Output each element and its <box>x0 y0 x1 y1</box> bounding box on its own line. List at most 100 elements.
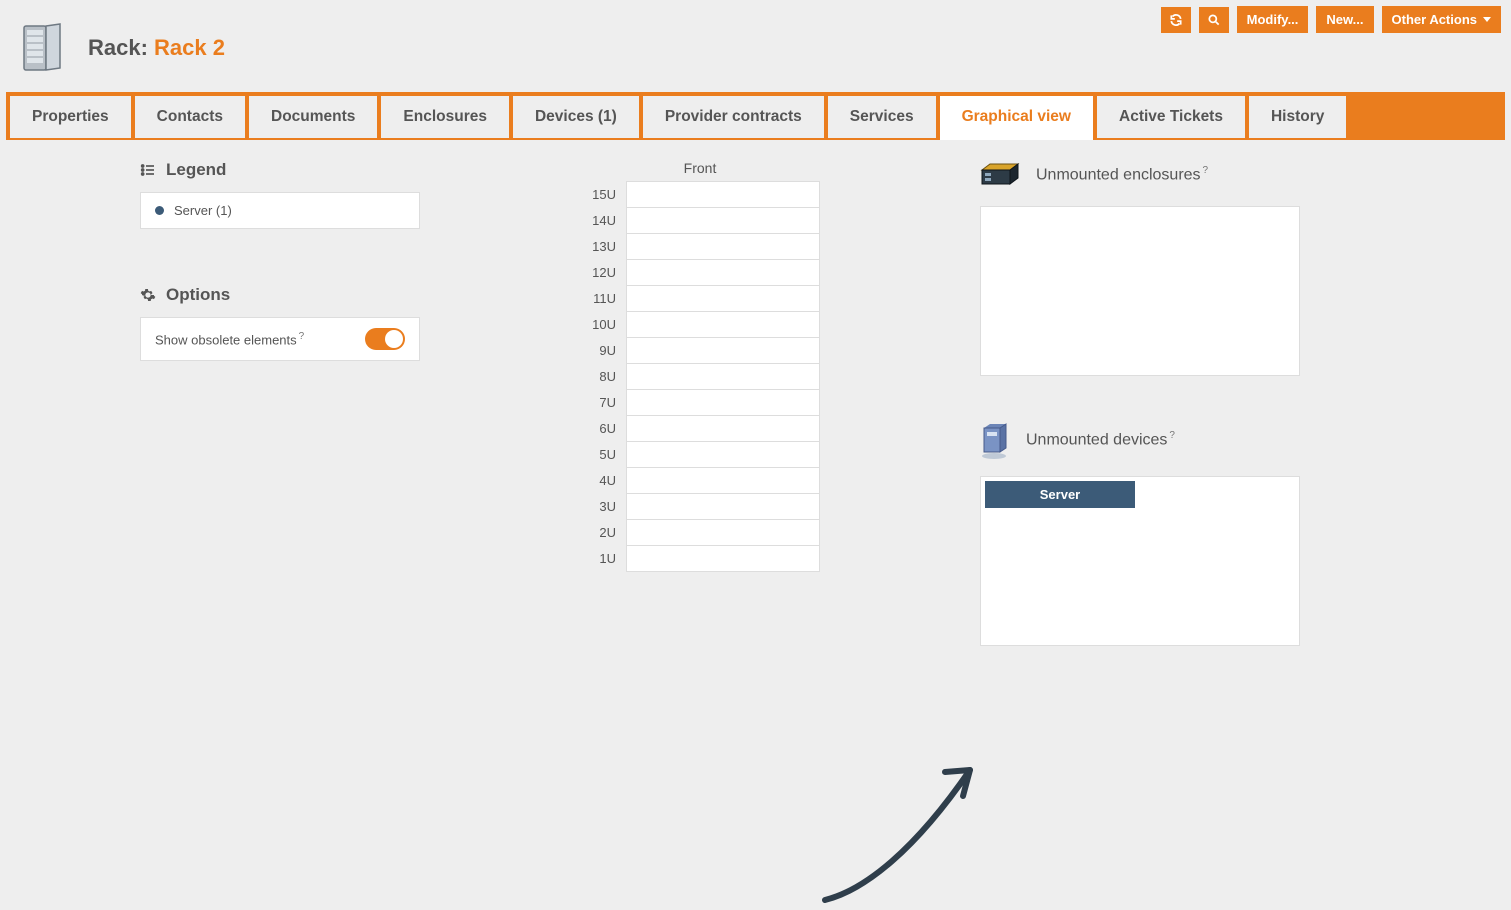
rack-unit-label: 14U <box>580 208 626 234</box>
tab-history[interactable]: History <box>1249 96 1346 138</box>
help-icon[interactable]: ? <box>1203 165 1209 176</box>
legend-item-label: Server (1) <box>174 203 232 218</box>
tab-tickets[interactable]: Active Tickets <box>1097 96 1245 138</box>
rack-unit-label: 8U <box>580 364 626 390</box>
rack-icon <box>20 22 68 74</box>
device-chip-server[interactable]: Server <box>985 481 1135 508</box>
server-device-icon <box>980 420 1010 460</box>
page-title-name: Rack 2 <box>154 35 225 60</box>
tab-devices[interactable]: Devices (1) <box>513 96 639 138</box>
page-title-label: Rack: <box>88 35 148 60</box>
tab-documents[interactable]: Documents <box>249 96 377 138</box>
tabs-bar: PropertiesContactsDocumentsEnclosuresDev… <box>6 92 1505 138</box>
rack-unit-row: 12U <box>580 260 820 286</box>
new-button-label: New... <box>1326 12 1363 27</box>
tab-services[interactable]: Services <box>828 96 936 138</box>
rack-unit-slot[interactable] <box>626 519 820 546</box>
rack-unit-slot[interactable] <box>626 337 820 364</box>
rack-unit-label: 9U <box>580 338 626 364</box>
rack-unit-row: 14U <box>580 208 820 234</box>
rack-unit-row: 5U <box>580 442 820 468</box>
refresh-icon <box>1169 13 1183 27</box>
rack-unit-row: 11U <box>580 286 820 312</box>
legend-title: Legend <box>140 160 420 180</box>
rack-unit-label: 6U <box>580 416 626 442</box>
list-icon <box>140 162 156 178</box>
rack-unit-slot[interactable] <box>626 363 820 390</box>
toggle-knob <box>385 330 403 348</box>
rack-unit-row: 6U <box>580 416 820 442</box>
rack-unit-row: 13U <box>580 234 820 260</box>
rack-unit-label: 4U <box>580 468 626 494</box>
rack-unit-label: 1U <box>580 546 626 572</box>
option-show-obsolete-label: Show obsolete elements <box>155 332 297 347</box>
enclosure-icon <box>980 160 1020 190</box>
rack-unit-slot[interactable] <box>626 233 820 260</box>
rack-unit-slot[interactable] <box>626 441 820 468</box>
rack-unit-label: 5U <box>580 442 626 468</box>
rack-unit-label: 12U <box>580 260 626 286</box>
top-actions-toolbar: Modify... New... Other Actions <box>1161 6 1501 33</box>
help-icon[interactable]: ? <box>299 331 305 342</box>
modify-button[interactable]: Modify... <box>1237 6 1309 33</box>
tab-contacts[interactable]: Contacts <box>135 96 245 138</box>
rack-unit-slot[interactable] <box>626 493 820 520</box>
rack-unit-row: 3U <box>580 494 820 520</box>
rack-unit-label: 7U <box>580 390 626 416</box>
rack-unit-row: 4U <box>580 468 820 494</box>
rack-unit-row: 10U <box>580 312 820 338</box>
tab-enclosures[interactable]: Enclosures <box>381 96 509 138</box>
unmounted-enclosures-header: Unmounted enclosures? <box>980 160 1340 190</box>
rack-unit-row: 2U <box>580 520 820 546</box>
search-icon <box>1207 13 1221 27</box>
rack-unit-slot[interactable] <box>626 285 820 312</box>
rack-unit-slot[interactable] <box>626 415 820 442</box>
unmounted-enclosures-dropzone[interactable] <box>980 206 1300 376</box>
unmounted-devices-header: Unmounted devices? <box>980 420 1340 460</box>
other-actions-button[interactable]: Other Actions <box>1382 6 1501 33</box>
rack-unit-row: 7U <box>580 390 820 416</box>
rack-unit-slot[interactable] <box>626 259 820 286</box>
rack-unit-slot[interactable] <box>626 311 820 338</box>
legend-title-text: Legend <box>166 160 226 180</box>
search-button[interactable] <box>1199 7 1229 33</box>
unmounted-devices-title: Unmounted devices <box>1026 432 1167 449</box>
rack-unit-label: 3U <box>580 494 626 520</box>
rack-unit-slot[interactable] <box>626 389 820 416</box>
tab-graphical[interactable]: Graphical view <box>940 96 1093 140</box>
rack-view-title: Front <box>580 160 820 176</box>
rack-unit-slot[interactable] <box>626 467 820 494</box>
refresh-button[interactable] <box>1161 7 1191 33</box>
tabs-filler <box>1350 96 1501 138</box>
new-button[interactable]: New... <box>1316 6 1373 33</box>
chevron-down-icon <box>1483 17 1491 22</box>
legend-color-dot <box>155 206 164 215</box>
other-actions-label: Other Actions <box>1392 12 1477 27</box>
rack-unit-row: 9U <box>580 338 820 364</box>
tab-provider[interactable]: Provider contracts <box>643 96 824 138</box>
page-title: Rack: Rack 2 <box>88 35 225 61</box>
rack-unit-slot[interactable] <box>626 207 820 234</box>
legend-item[interactable]: Server (1) <box>140 192 420 229</box>
annotation-arrow <box>805 720 995 910</box>
help-icon[interactable]: ? <box>1169 430 1175 441</box>
modify-button-label: Modify... <box>1247 12 1299 27</box>
rack-unit-slot[interactable] <box>626 545 820 572</box>
gear-icon <box>140 287 156 303</box>
rack-unit-row: 1U <box>580 546 820 572</box>
unmounted-devices-dropzone[interactable]: Server <box>980 476 1300 646</box>
rack-unit-row: 15U <box>580 182 820 208</box>
rack-front-view: 1U2U3U4U5U6U7U8U9U10U11U12U13U14U15U <box>580 182 820 572</box>
rack-unit-label: 11U <box>580 286 626 312</box>
rack-unit-label: 2U <box>580 520 626 546</box>
options-title: Options <box>140 285 420 305</box>
rack-unit-slot[interactable] <box>626 181 820 208</box>
show-obsolete-toggle[interactable] <box>365 328 405 350</box>
option-show-obsolete: Show obsolete elements? <box>140 317 420 361</box>
rack-unit-row: 8U <box>580 364 820 390</box>
unmounted-enclosures-title: Unmounted enclosures <box>1036 167 1201 184</box>
rack-unit-label: 10U <box>580 312 626 338</box>
rack-unit-label: 15U <box>580 182 626 208</box>
tab-properties[interactable]: Properties <box>10 96 131 138</box>
rack-unit-label: 13U <box>580 234 626 260</box>
